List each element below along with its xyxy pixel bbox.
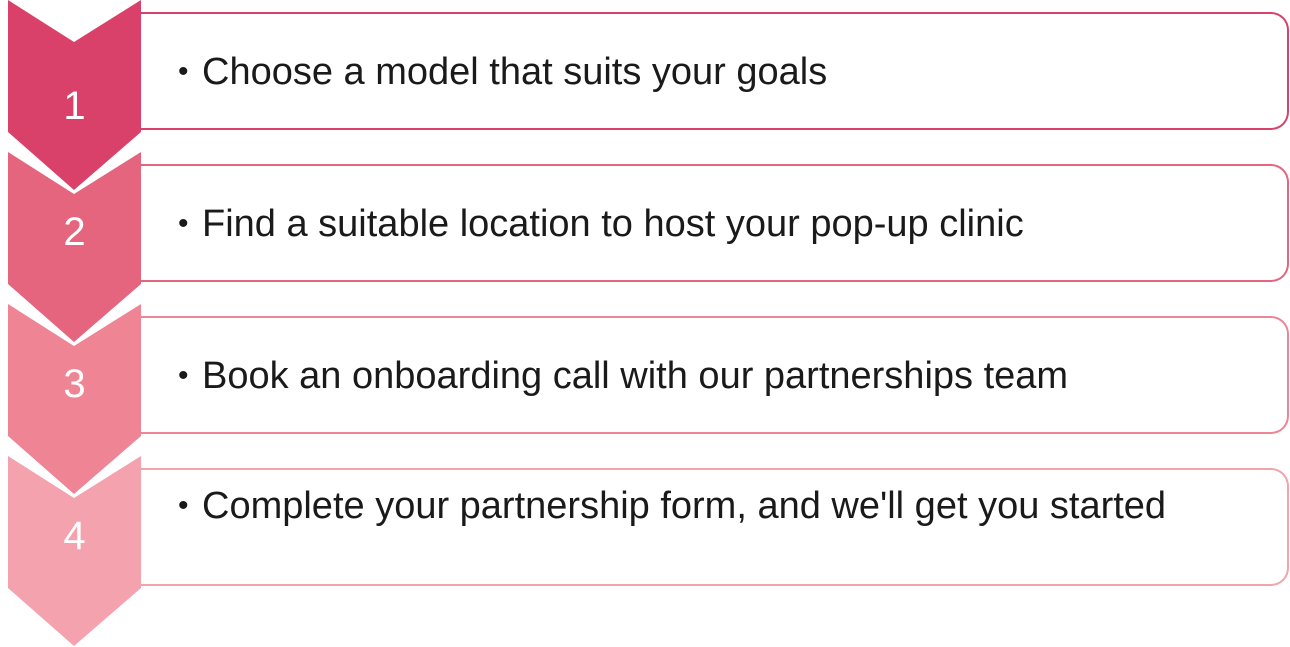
bullet-icon: • [178, 359, 189, 392]
bullet-icon: • [178, 207, 189, 240]
step-1-text-line: • Choose a model that suits your goals [178, 50, 1268, 94]
process-diagram: 1 • Choose a model that suits your goals… [0, 0, 1290, 647]
step-4-text-line: • Complete your partnership form, and we… [178, 484, 1268, 528]
bullet-icon: • [178, 55, 189, 88]
step-4-number: 4 [63, 514, 86, 558]
step-2-text-line: • Find a suitable location to host your … [178, 202, 1268, 246]
step-3-text-line: • Book an onboarding call with our partn… [178, 354, 1268, 398]
step-3-number: 3 [63, 362, 86, 406]
step-1-number: 1 [63, 84, 86, 128]
step-4-text: Complete your partnership form, and we'l… [202, 485, 1167, 527]
step-2-text: Find a suitable location to host your po… [202, 203, 1024, 245]
step-1-text: Choose a model that suits your goals [202, 51, 828, 93]
step-3-text: Book an onboarding call with our partner… [202, 355, 1069, 397]
bullet-icon: • [178, 489, 189, 522]
step-2-number: 2 [63, 210, 86, 254]
